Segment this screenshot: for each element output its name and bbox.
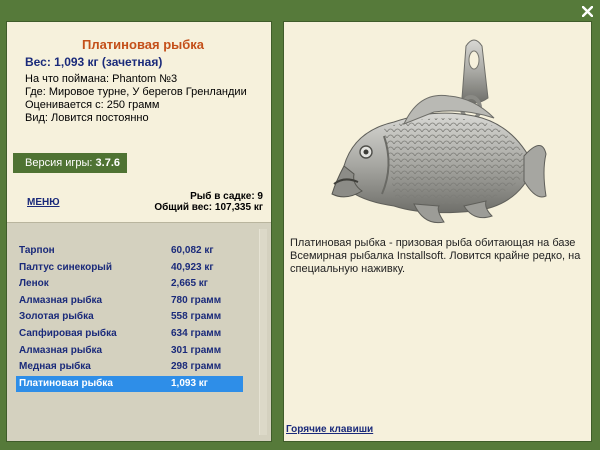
fish-list: Тарпон 60,082 кг Палтус синекорый 40,923 кг… <box>7 222 271 441</box>
hotkeys-link[interactable]: Горячие клавиши <box>286 424 373 435</box>
fish-list-row[interactable]: Палтус синекорый 40,923 кг <box>16 260 243 276</box>
fish-list-weight: 634 грамм <box>171 328 222 339</box>
fish-list-name: Палтус синекорый <box>19 261 112 273</box>
fish-list-name: Алмазная рыбка <box>19 294 103 306</box>
fish-list-name: Платиновая рыбка <box>19 377 113 389</box>
fish-list-row[interactable]: Алмазная рыбка 780 грамм <box>16 293 243 309</box>
menu-button[interactable]: МЕНЮ <box>27 197 60 208</box>
fish-list-name: Ленок <box>19 278 49 290</box>
fish-weight: Вес: 1,093 кг (зачетная) <box>25 55 163 69</box>
version-value: 3.7.6 <box>95 157 120 169</box>
fish-list-row[interactable]: Платиновая рыбка 1,093 кг <box>16 375 243 392</box>
caught-on: На что поймана: Phantom №3 <box>25 73 178 85</box>
fish-list-row[interactable]: Тарпон 60,082 кг <box>16 243 243 259</box>
fish-preview-panel: Платиновая рыбка - призовая рыба обитающ… <box>283 21 592 442</box>
cage-count: Рыб в садке: 9 <box>190 191 263 202</box>
fish-list-weight: 780 грамм <box>171 294 222 306</box>
cage-stats: Рыб в садке: 9 Общий вес: 107,335 кг <box>154 191 263 213</box>
fish-list-name: Золотая рыбка <box>19 311 94 323</box>
fish-list-weight: 1,093 кг <box>171 377 208 389</box>
fish-list-scrollbar[interactable] <box>259 229 267 435</box>
fish-list-name: Тарпон <box>19 245 55 256</box>
fish-description: Платиновая рыбка - призовая рыба обитающ… <box>290 237 581 275</box>
fish-info-panel: Платиновая рыбка Вес: 1,093 кг (зачетная… <box>6 21 272 442</box>
close-icon <box>578 6 596 17</box>
fish-list-weight: 298 грамм <box>171 361 222 373</box>
fish-kind: Вид: Ловится постоянно <box>25 112 149 124</box>
caught-where: Где: Мировое турне, У берегов Гренландии <box>25 86 247 98</box>
version-badge: Версия игры: 3.7.6 <box>13 153 127 173</box>
fish-list-weight: 60,082 кг <box>171 245 214 256</box>
fish-list-row[interactable]: Золотая рыбка 558 грамм <box>16 309 243 325</box>
fish-list-name: Алмазная рыбка <box>19 344 103 356</box>
fish-list-row[interactable]: Ленок 2,665 кг <box>16 276 243 292</box>
fish-list-weight: 558 грамм <box>171 311 222 323</box>
fish-list-name: Медная рыбка <box>19 361 91 373</box>
min-weight: Оценивается с: 250 грамм <box>25 99 160 111</box>
fish-list-row[interactable]: Сапфировая рыбка 634 грамм <box>16 326 243 342</box>
version-label: Версия игры: <box>25 157 93 169</box>
fish-list-weight: 2,665 кг <box>171 278 208 290</box>
fish-details: На что поймана: Phantom №3 Где: Мировое … <box>25 73 247 125</box>
fish-list-name: Сапфировая рыбка <box>19 328 117 339</box>
close-button[interactable] <box>578 3 596 21</box>
fish-title: Платиновая рыбка <box>81 37 205 52</box>
fish-list-row[interactable]: Медная рыбка 298 грамм <box>16 359 243 375</box>
fish-list-row[interactable]: Алмазная рыбка 301 грамм <box>16 343 243 359</box>
fish-list-weight: 301 грамм <box>171 344 222 356</box>
fish-list-weight: 40,923 кг <box>171 261 214 273</box>
fish-pendant-image <box>324 36 549 236</box>
cage-total-weight: Общий вес: 107,335 кг <box>154 202 263 213</box>
